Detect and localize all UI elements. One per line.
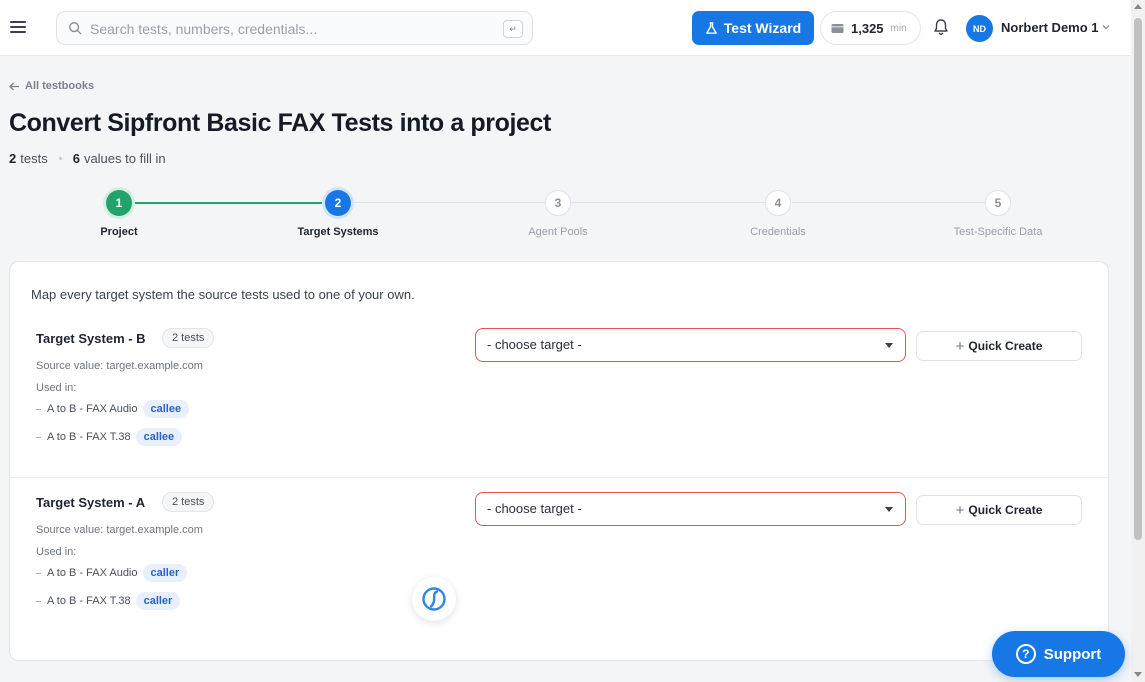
target-system-title: Target System - B xyxy=(36,331,146,346)
usage-test-name: A to B - FAX Audio xyxy=(47,567,138,579)
usage-bullet xyxy=(36,600,41,602)
source-value: Source value: target.example.com xyxy=(36,360,203,372)
support-button[interactable]: ? Support xyxy=(992,631,1125,677)
bell-icon[interactable] xyxy=(932,18,950,36)
search-input[interactable] xyxy=(90,18,490,40)
tests-count: 2 xyxy=(9,151,17,166)
used-in-label: Used in: xyxy=(36,382,77,394)
role-pill: caller xyxy=(142,564,188,582)
caret-down-icon xyxy=(885,343,893,348)
quick-create-label: Quick Create xyxy=(968,503,1043,517)
minutes-balance[interactable]: 1,325 min xyxy=(820,11,921,45)
scroll-down-arrow[interactable] xyxy=(1134,672,1142,677)
minutes-unit: min xyxy=(890,22,907,34)
step-4-label: Credentials xyxy=(750,226,806,238)
card-intro-text: Map every target system the source tests… xyxy=(31,287,415,302)
scroll-thumb[interactable] xyxy=(1134,18,1142,540)
step-2-circle[interactable]: 2 xyxy=(325,190,351,216)
avatar[interactable]: ND xyxy=(966,15,993,42)
quick-create-label: Quick Create xyxy=(968,339,1043,353)
tests-count-pill: 2 tests xyxy=(162,492,215,512)
step-connector-3 xyxy=(572,202,765,203)
step-connector-4 xyxy=(792,202,985,203)
step-3-label: Agent Pools xyxy=(528,226,588,238)
loading-spinner xyxy=(412,577,456,621)
search-shortcut-badge: ↵ xyxy=(503,20,523,38)
page-stats: 2 tests 6 values to fill in xyxy=(9,151,166,166)
flask-icon xyxy=(705,21,717,34)
role-pill: callee xyxy=(135,428,183,446)
test-wizard-button[interactable]: Test Wizard xyxy=(692,11,814,45)
support-label: Support xyxy=(1043,645,1102,663)
usage-row: A to B - FAX Audio caller xyxy=(36,564,188,582)
usage-row: A to B - FAX T.38 caller xyxy=(36,592,181,610)
usage-test-name: A to B - FAX T.38 xyxy=(47,595,131,607)
hamburger-icon[interactable] xyxy=(10,18,26,38)
step-2-label: Target Systems xyxy=(297,226,379,238)
step-connector-2 xyxy=(352,202,545,203)
step-1-label: Project xyxy=(100,226,138,238)
page-title: Convert Sipfront Basic FAX Tests into a … xyxy=(9,109,551,137)
test-wizard-label: Test Wizard xyxy=(723,20,802,36)
mapping-target-system-b: Target System - B 2 tests Source value: … xyxy=(10,324,1110,474)
wallet-icon xyxy=(831,23,844,33)
scroll-up-arrow[interactable] xyxy=(1134,4,1142,9)
step-5-circle[interactable]: 5 xyxy=(985,190,1011,216)
back-link[interactable]: All testbooks xyxy=(9,80,94,92)
used-in-label: Used in: xyxy=(36,546,77,558)
usage-row: A to B - FAX Audio callee xyxy=(36,400,190,418)
back-link-label: All testbooks xyxy=(25,80,95,92)
source-value: Source value: target.example.com xyxy=(36,524,203,536)
target-select-b[interactable]: - choose target - xyxy=(475,328,906,362)
target-select-value: - choose target - xyxy=(487,501,582,516)
stats-separator xyxy=(58,157,62,160)
target-select-a[interactable]: - choose target - xyxy=(475,492,906,526)
tests-label: tests xyxy=(20,151,48,166)
step-connector-1 xyxy=(132,202,325,204)
plus-icon: + xyxy=(955,501,965,519)
step-5-label: Test-Specific Data xyxy=(953,226,1043,238)
quick-create-button-a[interactable]: + Quick Create xyxy=(916,495,1082,525)
step-3-circle[interactable]: 3 xyxy=(545,190,571,216)
page-scrollbar[interactable] xyxy=(1131,0,1145,682)
target-systems-card: Map every target system the source tests… xyxy=(9,261,1110,661)
role-pill: caller xyxy=(135,592,181,610)
minutes-value: 1,325 xyxy=(851,20,884,36)
step-4-circle[interactable]: 4 xyxy=(765,190,791,216)
values-count: 6 xyxy=(72,151,80,166)
search-icon xyxy=(69,22,82,35)
usage-test-name: A to B - FAX Audio xyxy=(47,403,138,415)
mapping-target-system-a: Target System - A 2 tests Source value: … xyxy=(10,477,1110,627)
tests-count-pill: 2 tests xyxy=(162,328,215,348)
chevron-down-icon[interactable] xyxy=(1101,22,1111,32)
top-bar: ↵ Test Wizard 1,325 min ND Norbert Demo … xyxy=(0,0,1131,56)
user-name[interactable]: Norbert Demo 1 xyxy=(1001,20,1099,35)
usage-test-name: A to B - FAX T.38 xyxy=(47,431,131,443)
usage-row: A to B - FAX T.38 callee xyxy=(36,428,183,446)
search-box: ↵ xyxy=(56,11,533,45)
question-icon: ? xyxy=(1015,644,1036,664)
sipfront-logo-icon xyxy=(422,587,446,611)
step-1-circle[interactable]: 1 xyxy=(106,190,132,216)
quick-create-button-b[interactable]: + Quick Create xyxy=(916,331,1082,361)
values-label: values to fill in xyxy=(83,151,166,166)
caret-down-icon xyxy=(885,507,893,512)
usage-bullet xyxy=(36,436,41,438)
arrow-left-icon xyxy=(9,82,19,90)
role-pill: callee xyxy=(142,400,190,418)
plus-icon: + xyxy=(955,337,965,355)
usage-bullet xyxy=(36,572,41,574)
target-system-title: Target System - A xyxy=(36,495,146,510)
usage-bullet xyxy=(36,408,41,410)
target-select-value: - choose target - xyxy=(487,337,582,352)
